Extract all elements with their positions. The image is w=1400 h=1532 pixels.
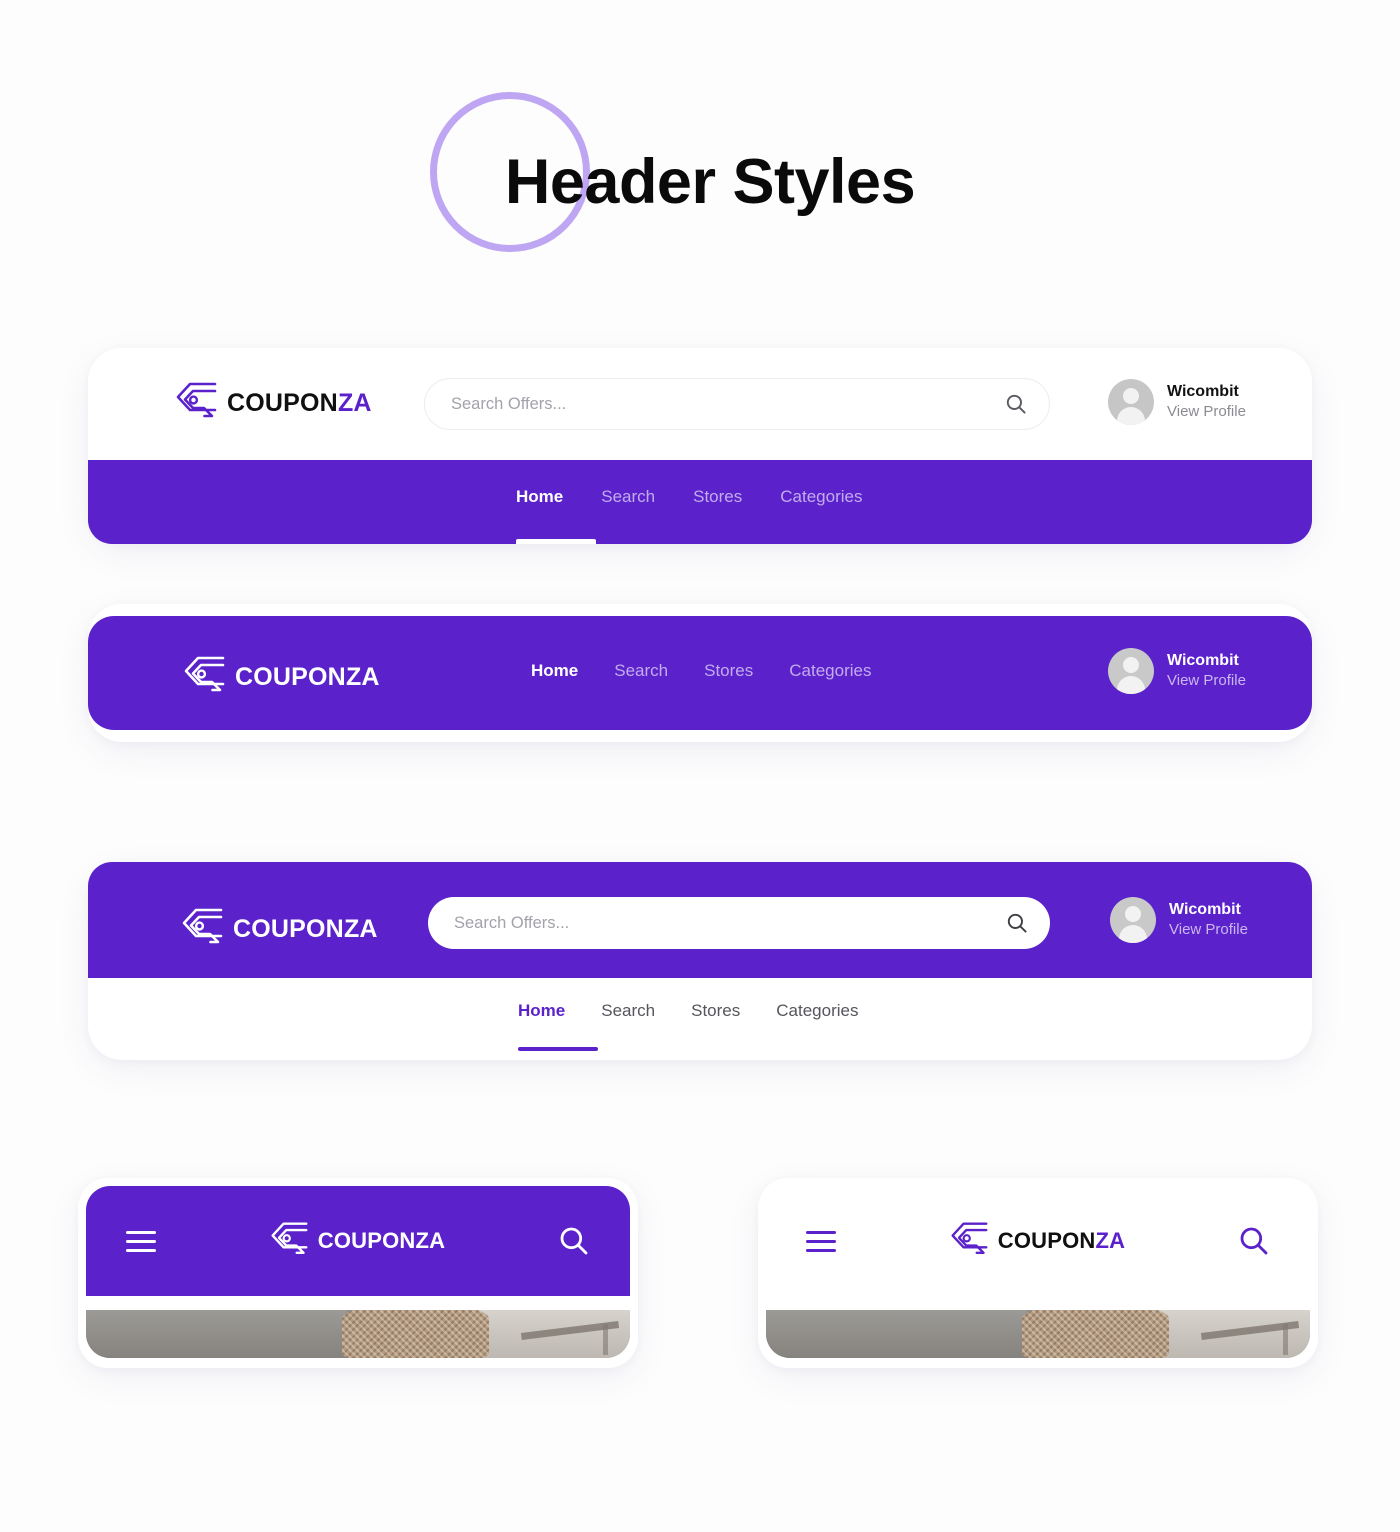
brand-wordmark: COUPONZA: [235, 662, 380, 691]
profile-view-profile-link[interactable]: View Profile: [1167, 673, 1246, 690]
brand-logo[interactable]: COUPONZA: [174, 380, 372, 426]
brand-logo[interactable]: COUPONZA: [949, 1219, 1126, 1263]
nav-item-search[interactable]: Search: [601, 1002, 655, 1025]
profile-lines: Wicombit View Profile: [1167, 652, 1246, 689]
coupon-tag-icon: [182, 908, 223, 944]
search-icon[interactable]: [1006, 912, 1028, 934]
avatar: [1108, 648, 1154, 694]
page-title: Header Styles: [504, 146, 916, 217]
nav-active-underline: [516, 539, 596, 544]
nav-item-stores[interactable]: Stores: [691, 1002, 740, 1025]
nav-item-home[interactable]: Home: [516, 488, 563, 511]
profile-name: Wicombit: [1169, 901, 1241, 919]
profile-lines: Wicombit View Profile: [1169, 901, 1248, 938]
mobile-header-purple-card: COUPONZA: [78, 1178, 638, 1368]
hero-photo: [766, 1310, 1310, 1358]
brand-word-dark: COUPON: [227, 388, 338, 417]
brand-wordmark: COUPONZA: [233, 914, 378, 943]
mobile-header-bar: COUPONZA: [86, 1186, 630, 1296]
search-placeholder: Search Offers...: [454, 913, 570, 932]
header-style-3-card: COUPONZA Search Offers... Wicombit View …: [88, 862, 1312, 1060]
nav-bar-purple: Home Search Stores Categories: [88, 460, 1312, 544]
profile-name: Wicombit: [1167, 383, 1239, 401]
nav-item-stores[interactable]: Stores: [693, 488, 742, 511]
search-icon[interactable]: [558, 1225, 590, 1257]
hamburger-menu-icon[interactable]: [806, 1230, 836, 1252]
coupon-tag-icon: [271, 1222, 308, 1254]
profile-name: Wicombit: [1167, 652, 1239, 670]
search-input[interactable]: Search Offers...: [424, 378, 1050, 430]
avatar: [1110, 897, 1156, 943]
nav-item-stores[interactable]: Stores: [704, 662, 753, 685]
profile-block[interactable]: Wicombit View Profile: [1108, 379, 1246, 425]
header-style-1-card: COUPONZA Search Offers... Wicombit View …: [88, 348, 1312, 544]
brand-wordmark: COUPONZA: [318, 1230, 446, 1252]
profile-block[interactable]: Wicombit View Profile: [1108, 648, 1246, 694]
main-nav: Home Search Stores Categories: [518, 1002, 858, 1025]
profile-lines: Wicombit View Profile: [1167, 383, 1246, 420]
brand-wordmark: COUPONZA: [998, 1230, 1126, 1252]
brand-logo[interactable]: COUPONZA: [182, 654, 380, 700]
brand-word-accent: ZA: [1095, 1228, 1126, 1253]
brand-logo[interactable]: COUPONZA: [269, 1219, 446, 1263]
nav-item-categories[interactable]: Categories: [789, 662, 871, 685]
header-style-2-card: COUPONZA Home Search Stores Categories W…: [88, 604, 1312, 742]
nav-item-search[interactable]: Search: [614, 662, 668, 685]
profile-block[interactable]: Wicombit View Profile: [1110, 897, 1248, 943]
brand-word-accent: ZA: [415, 1228, 446, 1253]
page-title-block: Header Styles: [0, 92, 1400, 272]
nav-item-categories[interactable]: Categories: [780, 488, 862, 511]
profile-view-profile-link[interactable]: View Profile: [1167, 404, 1246, 421]
brand-word-dark: COUPON: [235, 662, 346, 691]
page-root: Header Styles COUPONZA Search Offers...: [0, 0, 1400, 1532]
coupon-tag-icon: [951, 1222, 988, 1254]
brand-word-accent: ZA: [343, 914, 378, 943]
brand-word-accent: ZA: [337, 388, 372, 417]
coupon-tag-icon: [176, 382, 217, 418]
brand-word-dark: COUPON: [997, 1228, 1096, 1253]
main-nav: Home Search Stores Categories: [531, 662, 871, 685]
nav-item-home[interactable]: Home: [531, 662, 578, 685]
hamburger-menu-icon[interactable]: [126, 1230, 156, 1252]
brand-logo[interactable]: COUPONZA: [180, 906, 378, 952]
brand-wordmark: COUPONZA: [227, 388, 372, 417]
hero-photo: [86, 1310, 630, 1358]
nav-item-categories[interactable]: Categories: [776, 1002, 858, 1025]
main-nav: Home Search Stores Categories: [516, 488, 862, 511]
brand-word-dark: COUPON: [317, 1228, 416, 1253]
nav-item-home[interactable]: Home: [518, 1002, 565, 1025]
search-icon[interactable]: [1005, 393, 1027, 415]
search-input[interactable]: Search Offers...: [428, 897, 1050, 949]
brand-word-accent: ZA: [345, 662, 380, 691]
avatar: [1108, 379, 1154, 425]
nav-active-underline: [518, 1047, 598, 1051]
search-icon[interactable]: [1238, 1225, 1270, 1257]
coupon-tag-icon: [184, 656, 225, 692]
mobile-header-bar: COUPONZA: [766, 1186, 1310, 1296]
profile-view-profile-link[interactable]: View Profile: [1169, 922, 1248, 939]
mobile-header-white-card: COUPONZA: [758, 1178, 1318, 1368]
search-placeholder: Search Offers...: [451, 394, 567, 413]
brand-word-dark: COUPON: [233, 914, 344, 943]
nav-item-search[interactable]: Search: [601, 488, 655, 511]
